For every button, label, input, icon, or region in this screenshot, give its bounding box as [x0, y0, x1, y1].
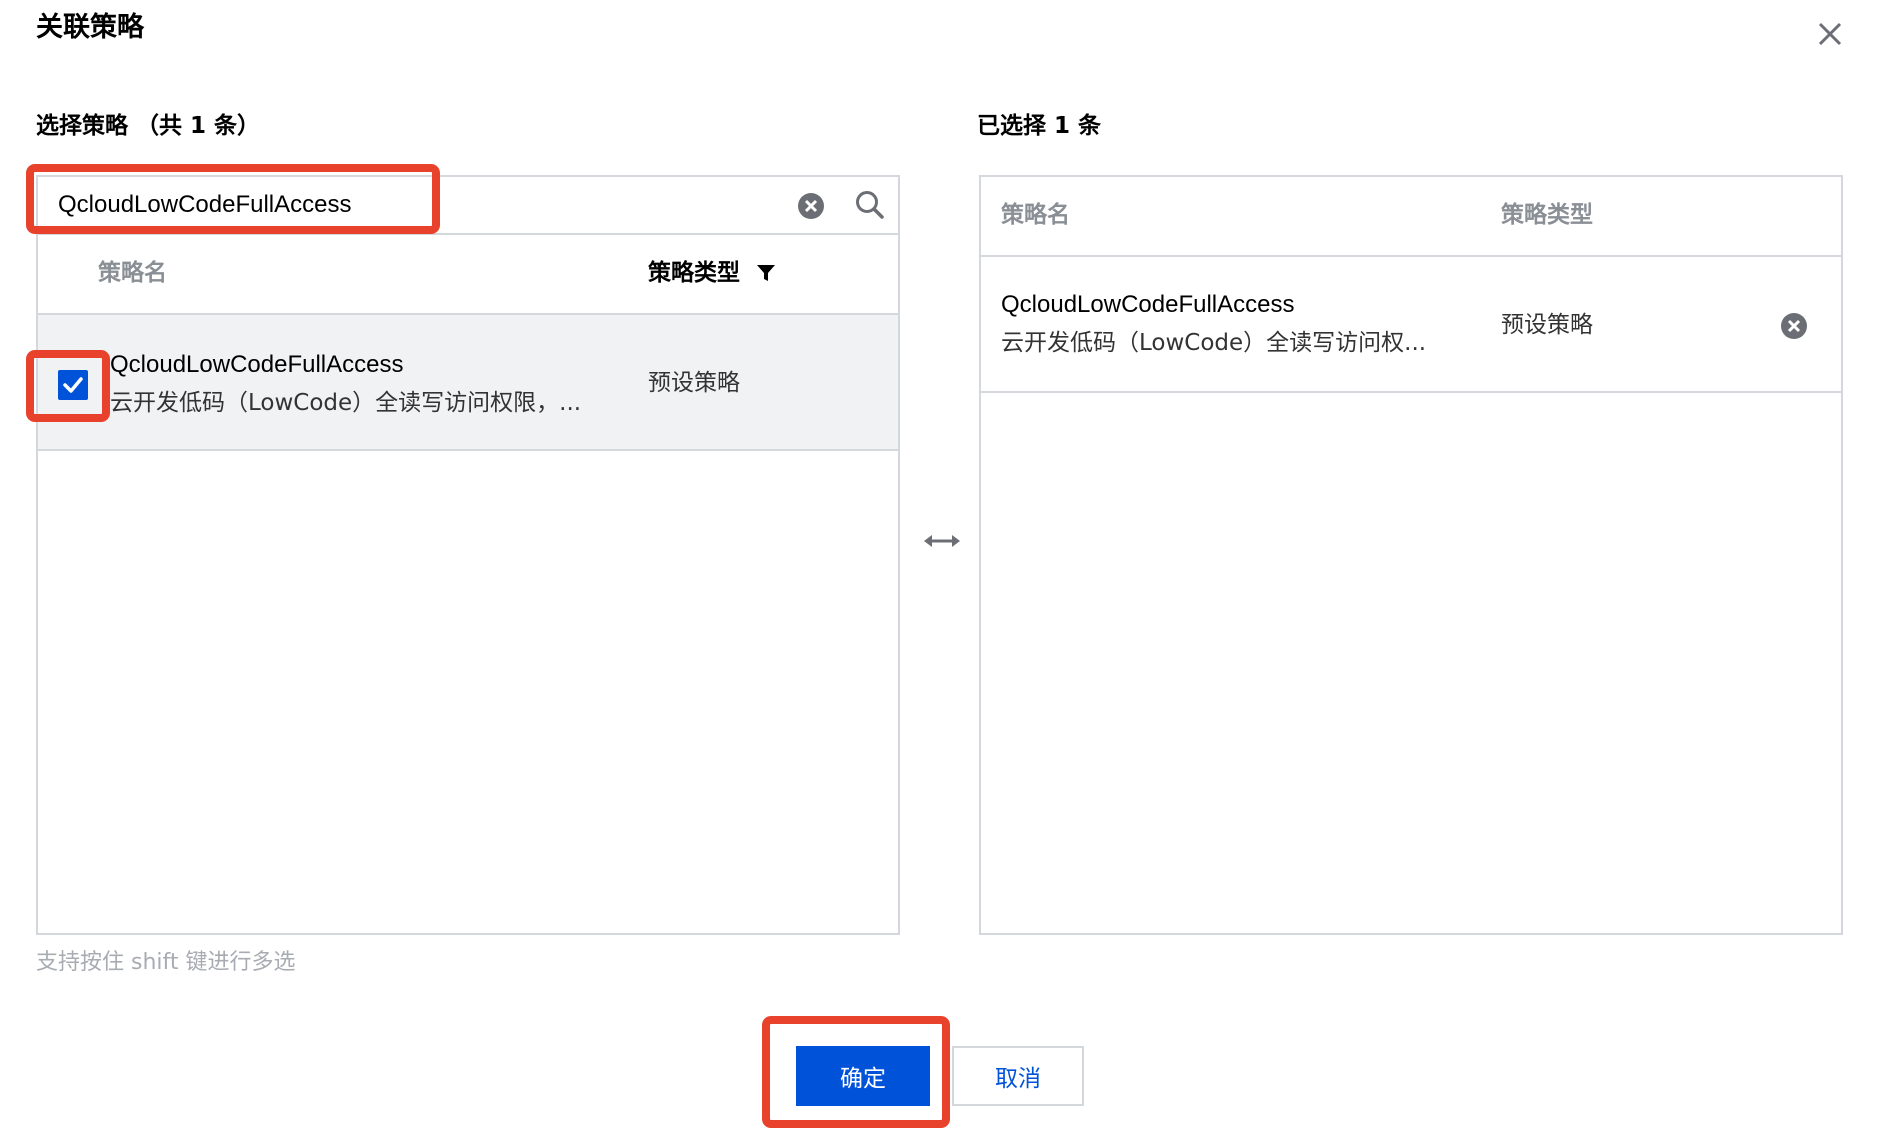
search-button[interactable] [854, 189, 886, 221]
selected-table-header: 策略名 策略类型 [981, 177, 1841, 257]
policy-description: 云开发低码（LowCode）全读写访问权限，... [110, 390, 582, 416]
close-icon [1818, 22, 1842, 46]
policy-type: 预设策略 [648, 370, 740, 396]
remove-circle-icon [1781, 313, 1807, 339]
right-section-title: 已选择 1 条 [977, 113, 1102, 139]
left-section-title: 选择策略 （共 1 条） [36, 113, 261, 139]
dialog-title: 关联策略 [36, 12, 144, 43]
clear-search-button[interactable] [796, 191, 826, 221]
search-icon [856, 191, 884, 219]
selected-policy-description: 云开发低码（LowCode）全读写访问权... [1001, 330, 1427, 356]
column-header-type[interactable]: 策略类型 [648, 257, 740, 289]
remove-selected-button[interactable] [1779, 311, 1809, 341]
policy-table-header: 策略名 策略类型 [38, 235, 898, 315]
swap-horizontal-icon [924, 535, 960, 547]
transfer-indicator [922, 526, 962, 556]
selected-policies-panel: 策略名 策略类型 QcloudLowCodeFullAccess 云开发低码（L… [979, 175, 1843, 935]
selected-table-row: QcloudLowCodeFullAccess 云开发低码（LowCode）全读… [981, 257, 1841, 393]
selected-column-header-name: 策略名 [1001, 202, 1070, 228]
type-filter-button[interactable] [756, 263, 776, 283]
selected-column-header-type: 策略类型 [1501, 202, 1593, 228]
policy-select-panel: 策略名 策略类型 QcloudLowCodeFullAccess 云开发低码（L… [36, 175, 900, 935]
table-row[interactable]: QcloudLowCodeFullAccess 云开发低码（LowCode）全读… [38, 315, 898, 451]
selected-policy-name: QcloudLowCodeFullAccess [1001, 291, 1295, 318]
row-checkbox[interactable] [58, 370, 88, 400]
policy-name: QcloudLowCodeFullAccess [110, 351, 404, 378]
selected-policy-type: 预设策略 [1501, 312, 1593, 338]
column-header-name: 策略名 [98, 260, 167, 286]
search-bar [38, 177, 898, 235]
close-button[interactable] [1810, 14, 1850, 54]
filter-icon [757, 265, 775, 281]
confirm-button[interactable]: 确定 [796, 1046, 930, 1106]
clear-circle-icon [798, 193, 824, 219]
check-icon [63, 377, 83, 393]
search-input[interactable] [58, 185, 758, 225]
cancel-button[interactable]: 取消 [952, 1046, 1084, 1106]
multi-select-hint: 支持按住 shift 键进行多选 [36, 950, 296, 975]
